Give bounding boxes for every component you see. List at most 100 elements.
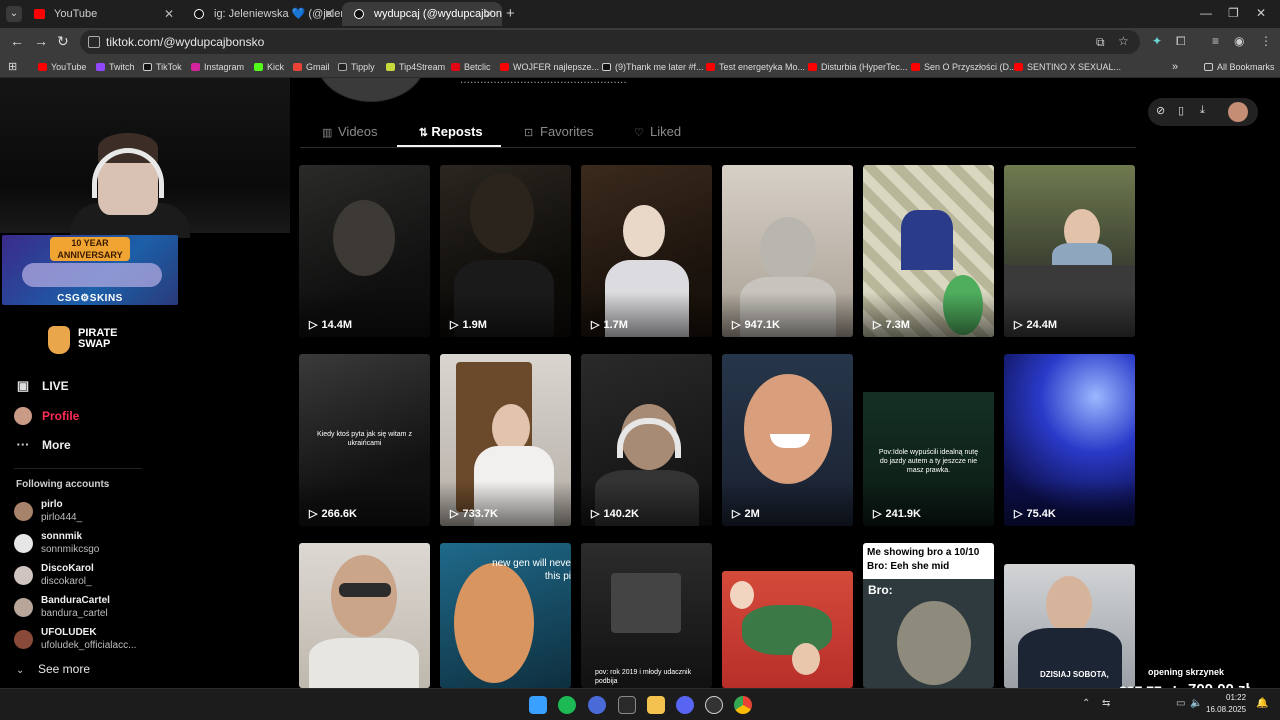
close-tab-icon[interactable]: ✕ [164,2,174,26]
notifications-icon[interactable]: 🔔 [1256,698,1268,709]
install-app-icon[interactable]: ⧉ [1096,35,1105,50]
bookmark-label: All Bookmarks [1217,62,1275,72]
bookmark-youtube[interactable]: YouTube [38,56,86,78]
tiktok-coin-icon[interactable]: ⊘ [1156,104,1165,117]
battery-icon[interactable]: ▭ [1176,698,1185,709]
account-handle: ufoludek_officialacc... [41,640,137,651]
video-tile[interactable]: 7.3M [863,165,994,337]
following-account[interactable]: UFOLUDEK ufoludek_officialacc... [14,627,214,659]
bookmark-sen-o-przyszlosci[interactable]: Sen O Przyszłości (D... [911,56,1017,78]
new-tab-icon[interactable]: + [506,5,515,22]
tab-instagram[interactable]: ig: Jeleniewska 💙 (@jeleniewsk ✕ [182,2,342,26]
following-account[interactable]: sonnmik sonnmikcsgo [14,531,214,563]
back-icon[interactable]: ← [10,33,24,49]
video-tile[interactable]: 1.7M [581,165,712,337]
reload-icon[interactable]: ↻ [57,33,69,50]
bookmark-sentino[interactable]: SENTINO X SEXUAL... [1014,56,1121,78]
system-clock[interactable]: 01:22 16.08.2025 [1206,692,1246,716]
video-tile[interactable]: 947.1K [722,165,853,337]
network-icon[interactable]: ⇆ [1102,698,1110,709]
tab-videos[interactable]: ▥ Videos [322,120,382,147]
bookmark-tipply[interactable]: Tipply [338,56,375,78]
download-icon[interactable]: ⤓ [1200,104,1205,117]
view-count: 241.9K [873,507,920,520]
bookmark-gmail[interactable]: Gmail [293,56,330,78]
spotify-icon[interactable] [558,696,576,714]
start-icon[interactable] [529,696,547,714]
following-account[interactable]: pirlo pirlo444_ [14,499,214,531]
forward-icon[interactable]: → [34,33,48,49]
maximize-icon[interactable]: ❐ [1228,6,1239,20]
thumb-figure [897,601,971,685]
bookmark-tiktok[interactable]: TikTok [143,56,182,78]
tab-favorites[interactable]: ⊡ Favorites [524,120,604,147]
bookmark-betclic[interactable]: Betclic [451,56,491,78]
file-explorer-icon[interactable] [647,696,665,714]
clock-date: 16.08.2025 [1206,705,1247,714]
site-info-icon[interactable] [88,36,100,48]
following-account[interactable]: BanduraCartel bandura_cartel [14,595,214,627]
youtube-icon [500,63,509,71]
bookmark-twitch[interactable]: Twitch [96,56,135,78]
extension-icon[interactable]: ✦ [1152,34,1162,48]
tab-reposts[interactable]: ⇅ Reposts [397,120,501,147]
close-tab-icon[interactable]: ✕ [324,2,334,26]
discord-icon[interactable] [676,696,694,714]
see-more-button[interactable]: ⌄ See more [16,662,90,676]
user-avatar[interactable] [1228,102,1248,122]
bookmarks-overflow-icon[interactable]: » [1172,56,1178,78]
close-tab-icon[interactable]: ✕ [484,2,494,26]
volume-icon[interactable]: 🔈 [1190,698,1202,709]
epic-games-icon[interactable] [618,696,636,714]
sidebar-item-more[interactable]: ··· More [14,435,214,465]
profile-avatar[interactable] [316,78,426,102]
apps-grid-icon[interactable]: ⊞ [8,56,17,78]
app-icon[interactable] [588,696,606,714]
steam-icon[interactable] [705,696,723,714]
tab-search-icon[interactable]: ⌄ [6,6,22,22]
minimize-icon[interactable]: — [1200,6,1212,20]
video-tile[interactable]: 733.7K [440,354,571,526]
video-tile[interactable]: Kiedy ktoś pyta jak się witam z ukraińca… [299,354,430,526]
tab-youtube[interactable]: YouTube ✕ [22,2,182,26]
bookmark-wojfer[interactable]: WOJFER najlepsze... [500,56,599,78]
video-tile[interactable] [722,571,853,688]
bookmark-disturbia[interactable]: Disturbia (HyperTec... [808,56,908,78]
bookmark-star-icon[interactable]: ☆ [1118,34,1129,48]
video-tile[interactable] [299,543,430,688]
video-tile[interactable]: 2M [722,354,853,526]
profile-tabs: ▥ Videos ⇅ Reposts ⊡ Favorites ♡ Liked [300,120,1136,148]
address-bar[interactable]: tiktok.com/@wydupcajbonsko ⧉ ☆ [80,30,1140,54]
tab-liked[interactable]: ♡ Liked [634,120,694,147]
all-bookmarks-button[interactable]: All Bookmarks [1204,56,1275,78]
media-controls-icon[interactable]: ≡ [1212,34,1219,48]
bookmark-kick[interactable]: Kick [254,56,284,78]
bookmark-instagram[interactable]: Instagram [191,56,244,78]
chrome-icon[interactable] [734,696,752,714]
video-tile[interactable]: Pov:Idole wypuścili idealną nutę do jazd… [863,354,994,526]
bookmark-test-energetyka[interactable]: Test energetyka Mo... [706,56,805,78]
device-icon[interactable]: ▯ [1178,104,1184,117]
following-header: Following accounts [16,479,110,490]
following-account[interactable]: DiscoKarol discokarol_ [14,563,214,595]
banner-artwork [22,263,162,287]
video-tile[interactable]: 75.4K [1004,354,1135,526]
video-tile[interactable]: 14.4M [299,165,430,337]
bookmark-thank-me-later[interactable]: (9)Thank me later #f... [602,56,704,78]
video-tile[interactable]: new gen will neve this pi [440,543,571,688]
tray-overflow-icon[interactable]: ⌃ [1082,698,1090,709]
browser-menu-icon[interactable]: ⋮ [1260,34,1272,48]
tiktok-icon [143,63,152,71]
tab-tiktok-profile[interactable]: wydupcaj (@wydupcajbonsko) ✕ [342,2,502,26]
video-tile[interactable]: 24.4M [1004,165,1135,337]
extensions-puzzle-icon[interactable]: ⧠ [1176,34,1186,49]
account-icon[interactable]: ◉ [1234,34,1244,48]
video-tile[interactable]: 1.9M [440,165,571,337]
video-tile[interactable]: Me showing bro a 10/10 Bro: Eeh she mid … [863,543,994,688]
video-tile[interactable]: pov: rok 2019 i młody udacznik podbija [581,543,712,688]
sidebar-item-live[interactable]: ▣ LIVE [14,376,214,406]
sidebar-item-profile[interactable]: Profile [14,406,214,436]
bookmark-tip4stream[interactable]: Tip4Stream [386,56,445,78]
video-tile[interactable]: 140.2K [581,354,712,526]
close-window-icon[interactable]: ✕ [1256,6,1266,20]
